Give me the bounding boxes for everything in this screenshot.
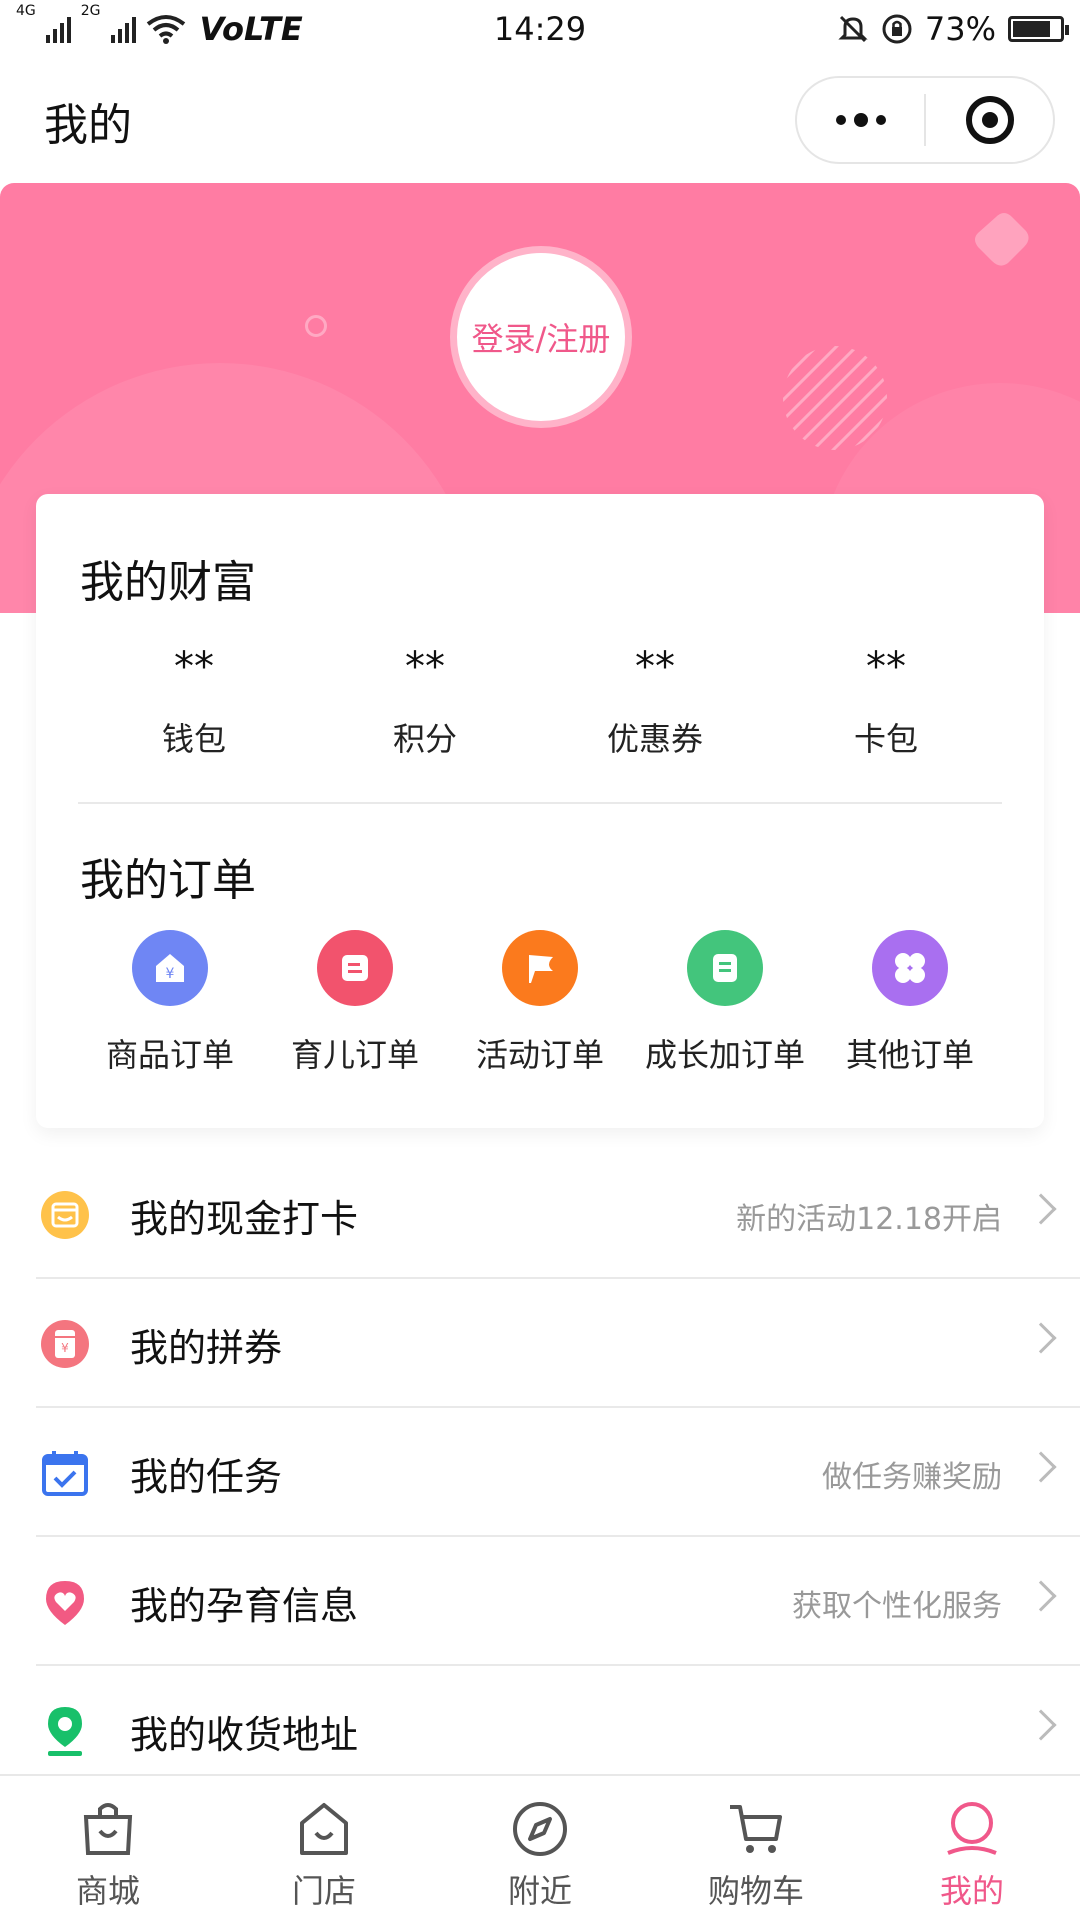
chevron-right-icon — [1025, 1580, 1057, 1612]
signal-icon — [45, 15, 71, 43]
menu-title-pregnancy-info: 我的孕育信息 — [130, 1584, 359, 1628]
battery-icon — [1008, 16, 1069, 42]
status-bar: 4G 2G VoLTE 14:29 73% — [0, 0, 1080, 58]
cash-checkin-icon — [40, 1190, 90, 1240]
title-bar: 我的 — [0, 58, 1080, 183]
order-item-growth[interactable]: 成长加订单 — [635, 930, 815, 1076]
orders-title: 我的订单 — [80, 855, 256, 906]
wealth-card-wallet[interactable]: ** 卡包 — [786, 642, 986, 760]
wallet-label: 钱包 — [161, 720, 226, 758]
order-label-other: 其他订单 — [845, 1036, 974, 1074]
parenting-order-icon — [317, 930, 393, 1006]
tab-store[interactable]: 门店 — [216, 1776, 432, 1920]
menu-row-pregnancy-info[interactable]: 我的孕育信息 获取个性化服务 — [0, 1537, 1080, 1666]
menu-row-tasks[interactable]: 我的任务 做任务赚奖励 — [0, 1408, 1080, 1537]
svg-text:¥: ¥ — [61, 1341, 69, 1355]
order-item-parenting[interactable]: 育儿订单 — [265, 930, 445, 1076]
points-value: ** — [405, 644, 445, 690]
bottom-tab-bar: 商城 门店 附近 购物车 我的 — [0, 1774, 1080, 1920]
wealth-orders-card: 我的财富 ** 钱包 ** 积分 ** 优惠券 ** 卡包 我的订单 ¥ 商品订… — [36, 494, 1044, 1128]
status-left: 4G 2G VoLTE — [16, 4, 303, 48]
banner-decoration-shape — [975, 213, 1029, 266]
calendar-check-icon — [40, 1448, 90, 1498]
menu-row-group-coupon[interactable]: ¥ 我的拼券 — [0, 1279, 1080, 1408]
menu-title-address: 我的收货地址 — [130, 1713, 359, 1757]
chevron-right-icon — [1025, 1709, 1057, 1741]
order-label-growth: 成长加订单 — [644, 1036, 805, 1074]
miniprogram-capsule — [795, 76, 1055, 164]
cart-icon — [725, 1798, 787, 1860]
menu-hint-pregnancy-info: 获取个性化服务 — [792, 1589, 1002, 1624]
tab-label-mall: 商城 — [75, 1872, 140, 1910]
more-button[interactable] — [797, 78, 924, 162]
shopping-bag-icon — [77, 1798, 139, 1860]
clover-icon — [872, 930, 948, 1006]
wallet-value: ** — [174, 644, 214, 690]
chevron-right-icon — [1025, 1451, 1057, 1483]
banner-decoration-ring — [305, 315, 327, 337]
coupons-value: ** — [635, 644, 675, 690]
network-type-1: 4G — [16, 3, 36, 19]
card-wallet-value: ** — [866, 644, 906, 690]
svg-text:¥: ¥ — [166, 966, 175, 982]
tab-cart[interactable]: 购物车 — [648, 1776, 864, 1920]
more-icon — [835, 113, 886, 127]
document-icon — [687, 930, 763, 1006]
coupons-label: 优惠券 — [606, 720, 703, 758]
tab-profile[interactable]: 我的 — [864, 1776, 1080, 1920]
tab-nearby[interactable]: 附近 — [432, 1776, 648, 1920]
menu-hint-cash-checkin: 新的活动12.18开启 — [736, 1202, 1002, 1237]
order-label-parenting: 育儿订单 — [290, 1036, 419, 1074]
volte-indicator: VoLTE — [199, 10, 303, 48]
tab-label-profile: 我的 — [939, 1872, 1004, 1910]
wealth-coupons[interactable]: ** 优惠券 — [555, 642, 755, 760]
tab-label-cart: 购物车 — [707, 1872, 804, 1910]
tab-label-store: 门店 — [291, 1872, 356, 1910]
menu-hint-tasks: 做任务赚奖励 — [822, 1460, 1002, 1495]
heart-icon — [40, 1577, 90, 1627]
order-label-activity: 活动订单 — [475, 1036, 604, 1074]
login-register-button[interactable]: 登录/注册 — [450, 246, 632, 428]
signal-icon-2 — [110, 15, 136, 43]
order-item-goods[interactable]: ¥ 商品订单 — [80, 930, 260, 1076]
wifi-icon — [146, 15, 185, 44]
shop-order-icon: ¥ — [132, 930, 208, 1006]
location-pin-icon — [40, 1706, 90, 1756]
store-icon — [293, 1798, 355, 1860]
menu-title-tasks: 我的任务 — [130, 1455, 283, 1499]
card-wallet-label: 卡包 — [853, 720, 918, 758]
rotation-lock-icon — [882, 14, 912, 44]
menu-list: 我的现金打卡 新的活动12.18开启 ¥ 我的拼券 我的任务 做任务赚奖励 我的… — [0, 1150, 1080, 1795]
clock: 14:29 — [493, 10, 587, 48]
order-label-goods: 商品订单 — [105, 1036, 234, 1074]
close-miniprogram-button[interactable] — [926, 78, 1053, 162]
tab-label-nearby: 附近 — [507, 1872, 572, 1910]
chevron-right-icon — [1025, 1193, 1057, 1225]
compass-icon — [509, 1798, 571, 1860]
target-icon — [965, 96, 1014, 144]
flag-icon — [502, 930, 578, 1006]
chevron-right-icon — [1025, 1322, 1057, 1354]
wealth-points[interactable]: ** 积分 — [325, 642, 525, 760]
menu-title-cash-checkin: 我的现金打卡 — [130, 1197, 359, 1241]
mute-icon — [838, 15, 868, 43]
points-label: 积分 — [392, 720, 457, 758]
wealth-wallet[interactable]: ** 钱包 — [94, 642, 294, 760]
coupon-icon: ¥ — [40, 1319, 90, 1369]
status-right: 73% — [837, 10, 1069, 48]
menu-title-group-coupon: 我的拼券 — [130, 1326, 283, 1370]
order-item-other[interactable]: 其他订单 — [820, 930, 1000, 1076]
order-item-activity[interactable]: 活动订单 — [450, 930, 630, 1076]
network-type-2: 2G — [80, 3, 101, 19]
battery-percent: 73% — [924, 10, 996, 48]
profile-icon — [941, 1798, 1003, 1860]
card-divider — [78, 802, 1002, 804]
banner-decoration-stripes — [783, 346, 887, 450]
wealth-title: 我的财富 — [80, 557, 256, 608]
menu-row-cash-checkin[interactable]: 我的现金打卡 新的活动12.18开启 — [0, 1150, 1080, 1279]
page-title: 我的 — [44, 99, 132, 151]
tab-mall[interactable]: 商城 — [0, 1776, 216, 1920]
